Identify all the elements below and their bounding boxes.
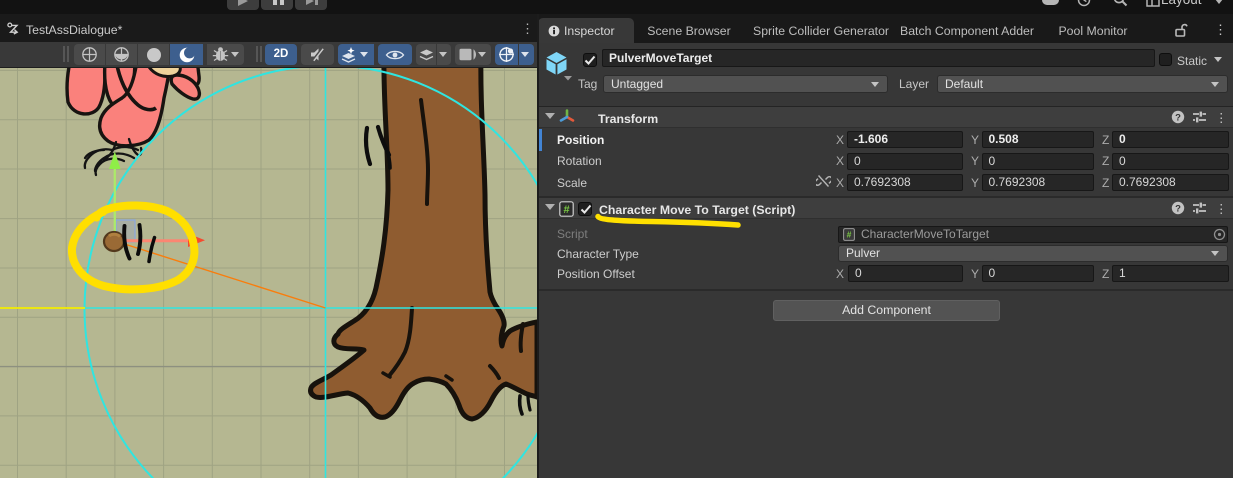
- svg-text:?: ?: [1175, 112, 1181, 123]
- svg-text:?: ?: [1175, 203, 1181, 214]
- svg-text:#: #: [563, 204, 569, 216]
- svg-text:#: #: [847, 230, 852, 240]
